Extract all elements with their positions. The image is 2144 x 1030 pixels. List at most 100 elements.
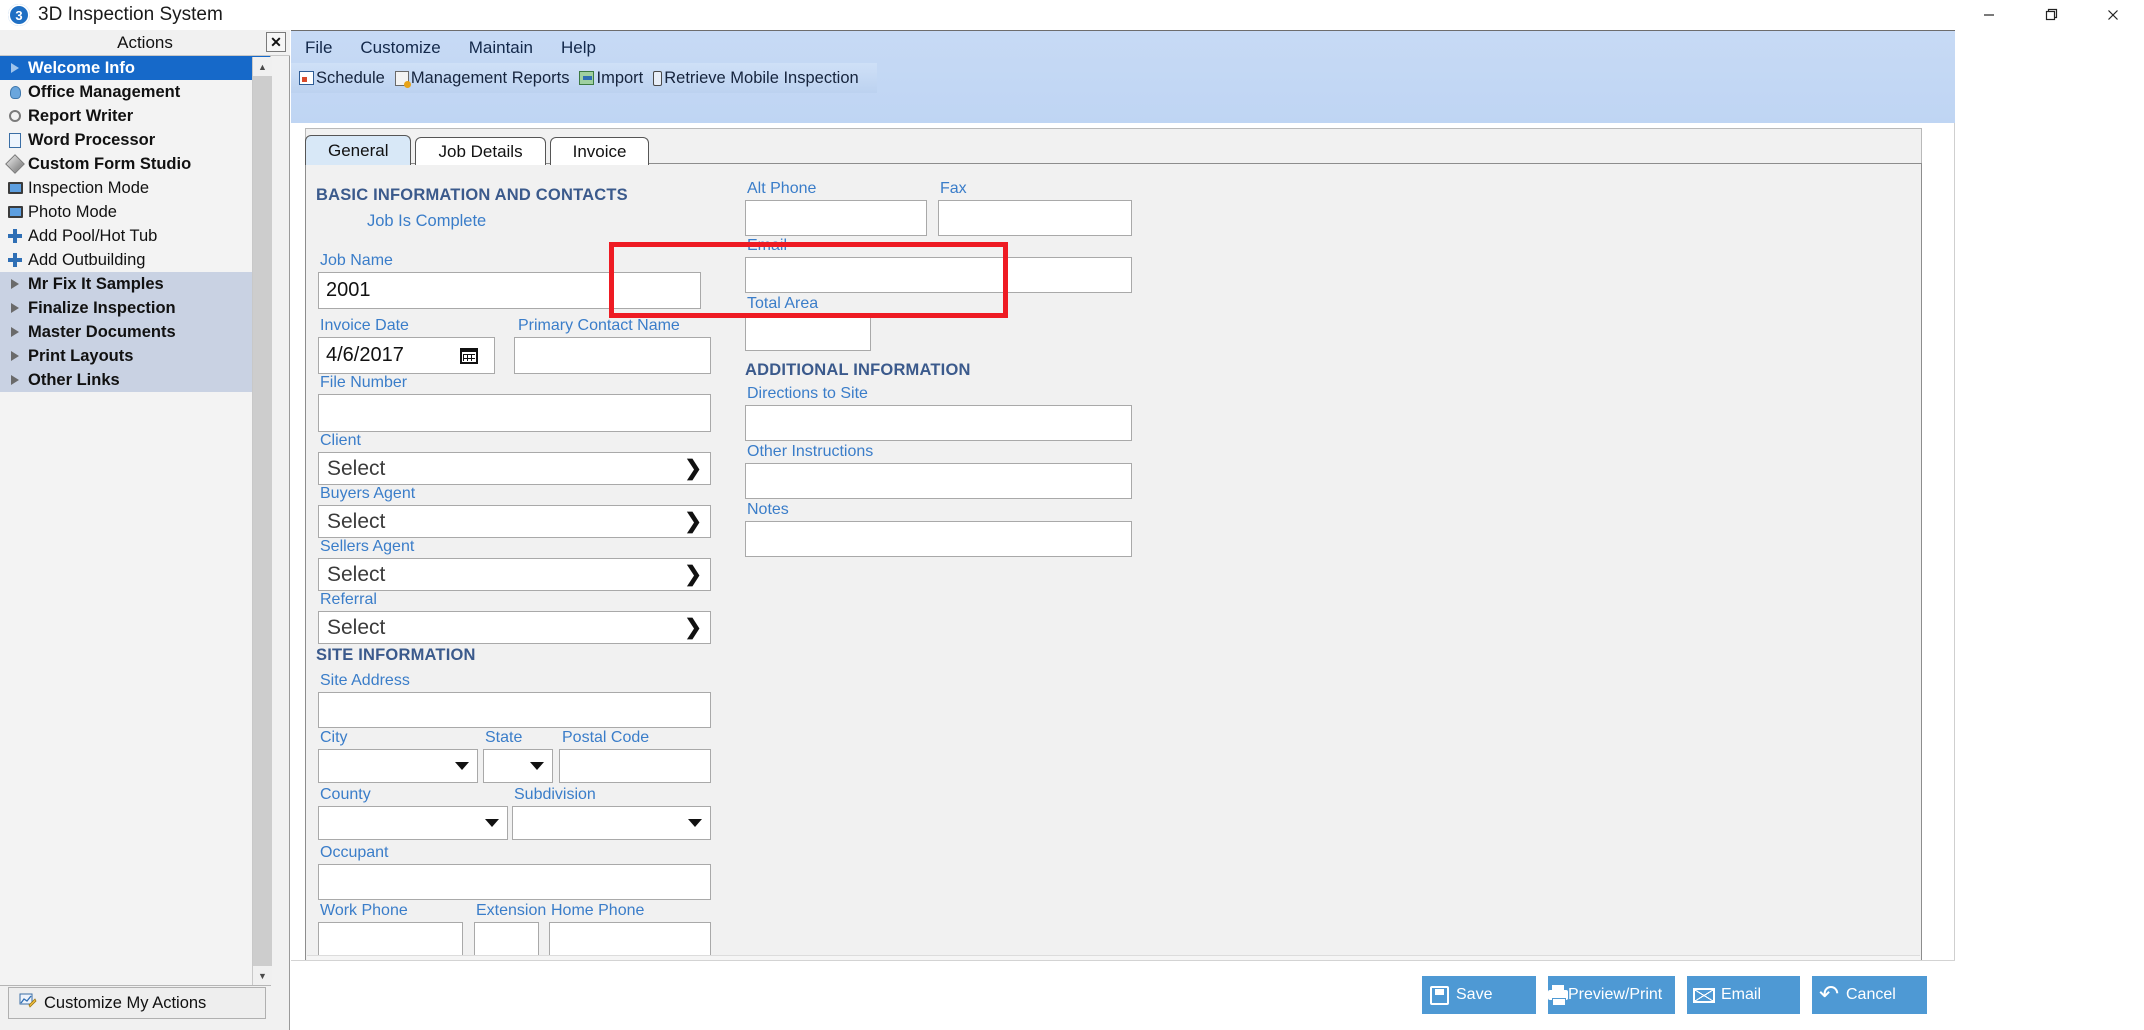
directions-to-site-input[interactable] — [745, 405, 1132, 441]
sidebar-item-label: Word Processor — [28, 130, 156, 149]
email-input[interactable] — [745, 257, 1132, 293]
sidebar-item-label: Welcome Info — [28, 58, 135, 77]
menu-customize[interactable]: Customize — [360, 38, 440, 58]
footer-button-bar: ↶ Cancel Email Preview/Print Save — [291, 960, 1955, 1030]
mobile-icon — [653, 70, 663, 86]
window-controls — [1958, 0, 2144, 30]
job-name-label: Job Name — [320, 252, 393, 269]
buyers-agent-select[interactable]: Select ❯ — [318, 505, 711, 538]
county-combobox[interactable] — [318, 806, 508, 840]
total-area-input[interactable] — [745, 315, 871, 351]
actions-panel-header: Actions ✕ — [0, 30, 290, 56]
work-phone-label: Work Phone — [320, 902, 408, 919]
calendar-icon[interactable] — [458, 345, 480, 367]
sidebar-item-add-outbuilding[interactable]: Add Outbuilding — [0, 248, 270, 272]
primary-contact-name-input[interactable] — [514, 337, 711, 374]
actions-scrollbar[interactable]: ▲ ▼ — [252, 57, 272, 985]
monitor-icon — [5, 182, 25, 194]
other-instructions-label: Other Instructions — [747, 443, 874, 460]
toolbar-management-reports[interactable]: Management Reports — [394, 69, 569, 88]
close-icon[interactable]: ✕ — [266, 32, 286, 52]
notes-input[interactable] — [745, 521, 1132, 557]
footer-button-label: Save — [1456, 986, 1493, 1003]
sidebar-item-word-processor[interactable]: Word Processor — [0, 128, 270, 152]
sellers-agent-select[interactable]: Select ❯ — [318, 558, 711, 591]
occupant-input[interactable] — [318, 864, 711, 900]
maximize-icon[interactable] — [2020, 0, 2082, 30]
other-instructions-input[interactable] — [745, 463, 1132, 499]
city-combobox[interactable] — [318, 749, 478, 783]
postal-code-input[interactable] — [559, 749, 711, 783]
sidebar-item-label: Print Layouts — [28, 346, 134, 365]
subdivision-combobox[interactable] — [512, 806, 711, 840]
sidebar-item-report-writer[interactable]: Report Writer — [0, 104, 270, 128]
tab-general[interactable]: General — [305, 135, 412, 165]
sidebar-item-finalize-inspection[interactable]: Finalize Inspection — [0, 296, 270, 320]
sidebar-item-welcome-info[interactable]: Welcome Info — [0, 56, 270, 80]
sidebar-item-label: Report Writer — [28, 106, 134, 125]
site-address-input[interactable] — [318, 692, 711, 728]
sidebar-item-other-links[interactable]: Other Links — [0, 368, 270, 392]
person-icon — [5, 85, 25, 99]
minimize-icon[interactable] — [1958, 0, 2020, 30]
menu-maintain[interactable]: Maintain — [469, 38, 533, 58]
document-icon — [5, 132, 25, 148]
plus-icon — [5, 229, 25, 243]
scroll-down-icon[interactable]: ▼ — [253, 966, 272, 985]
arrow-icon — [5, 351, 25, 361]
preview-print-button[interactable]: Preview/Print — [1548, 976, 1675, 1014]
menu-help[interactable]: Help — [561, 38, 596, 58]
sidebar-item-photo-mode[interactable]: Photo Mode — [0, 200, 270, 224]
sidebar-item-inspection-mode[interactable]: Inspection Mode — [0, 176, 270, 200]
import-icon — [579, 71, 595, 85]
referral-select[interactable]: Select ❯ — [318, 611, 711, 644]
toolbar-retrieve-mobile-inspection[interactable]: Retrieve Mobile Inspection — [653, 69, 859, 88]
arrow-icon — [5, 303, 25, 313]
app-icon: 3 — [8, 4, 30, 26]
work-phone-input[interactable] — [318, 922, 463, 958]
toolbar-import[interactable]: Import — [579, 69, 643, 88]
sidebar-item-label: Finalize Inspection — [28, 298, 176, 317]
chevron-down-icon — [688, 819, 702, 827]
sidebar-item-print-layouts[interactable]: Print Layouts — [0, 344, 270, 368]
file-number-input[interactable] — [318, 394, 711, 432]
main-area: File Customize Maintain Help Schedule Manage… — [291, 30, 1955, 1030]
extension-input[interactable] — [474, 922, 539, 958]
fax-input[interactable] — [938, 200, 1132, 236]
customize-icon — [19, 992, 37, 1015]
email-button[interactable]: Email — [1687, 976, 1800, 1014]
sidebar-item-label: Add Pool/Hot Tub — [28, 226, 158, 245]
monitor-icon — [5, 206, 25, 218]
toolbar-schedule[interactable]: Schedule — [299, 69, 385, 88]
referral-label: Referral — [320, 591, 377, 608]
client-select[interactable]: Select ❯ — [318, 452, 711, 485]
menu-file[interactable]: File — [305, 38, 332, 58]
job-is-complete-label: Job Is Complete — [367, 212, 487, 230]
state-combobox[interactable] — [483, 749, 553, 783]
close-icon[interactable] — [2082, 0, 2144, 30]
state-label: State — [485, 729, 523, 746]
sidebar-item-add-pool-hot-tub[interactable]: Add Pool/Hot Tub — [0, 224, 270, 248]
sellers-agent-value: Select — [327, 562, 386, 586]
referral-value: Select — [327, 615, 386, 639]
tab-invoice[interactable]: Invoice — [549, 137, 650, 165]
sidebar-item-master-documents[interactable]: Master Documents — [0, 320, 270, 344]
sidebar-item-mr-fix-it-samples[interactable]: Mr Fix It Samples — [0, 272, 270, 296]
home-phone-input[interactable] — [549, 922, 711, 958]
customize-my-actions-button[interactable]: Customize My Actions — [8, 987, 266, 1019]
scroll-up-icon[interactable]: ▲ — [253, 57, 272, 76]
sidebar-item-custom-form-studio[interactable]: Custom Form Studio — [0, 152, 270, 176]
save-button[interactable]: Save — [1422, 976, 1536, 1014]
undo-icon: ↶ — [1818, 981, 1840, 1008]
cancel-button[interactable]: ↶ Cancel — [1812, 976, 1927, 1014]
chevron-right-icon: ❯ — [684, 510, 702, 533]
client-value: Select — [327, 456, 386, 480]
sidebar-item-label: Photo Mode — [28, 202, 117, 221]
home-phone-label: Home Phone — [551, 902, 645, 919]
scrollbar-thumb[interactable] — [253, 76, 272, 966]
sidebar-item-office-management[interactable]: Office Management — [0, 80, 270, 104]
job-name-input[interactable]: 2001 — [318, 272, 701, 309]
tab-job-details[interactable]: Job Details — [415, 137, 546, 165]
alt-phone-input[interactable] — [745, 200, 927, 236]
chevron-right-icon: ❯ — [684, 563, 702, 586]
